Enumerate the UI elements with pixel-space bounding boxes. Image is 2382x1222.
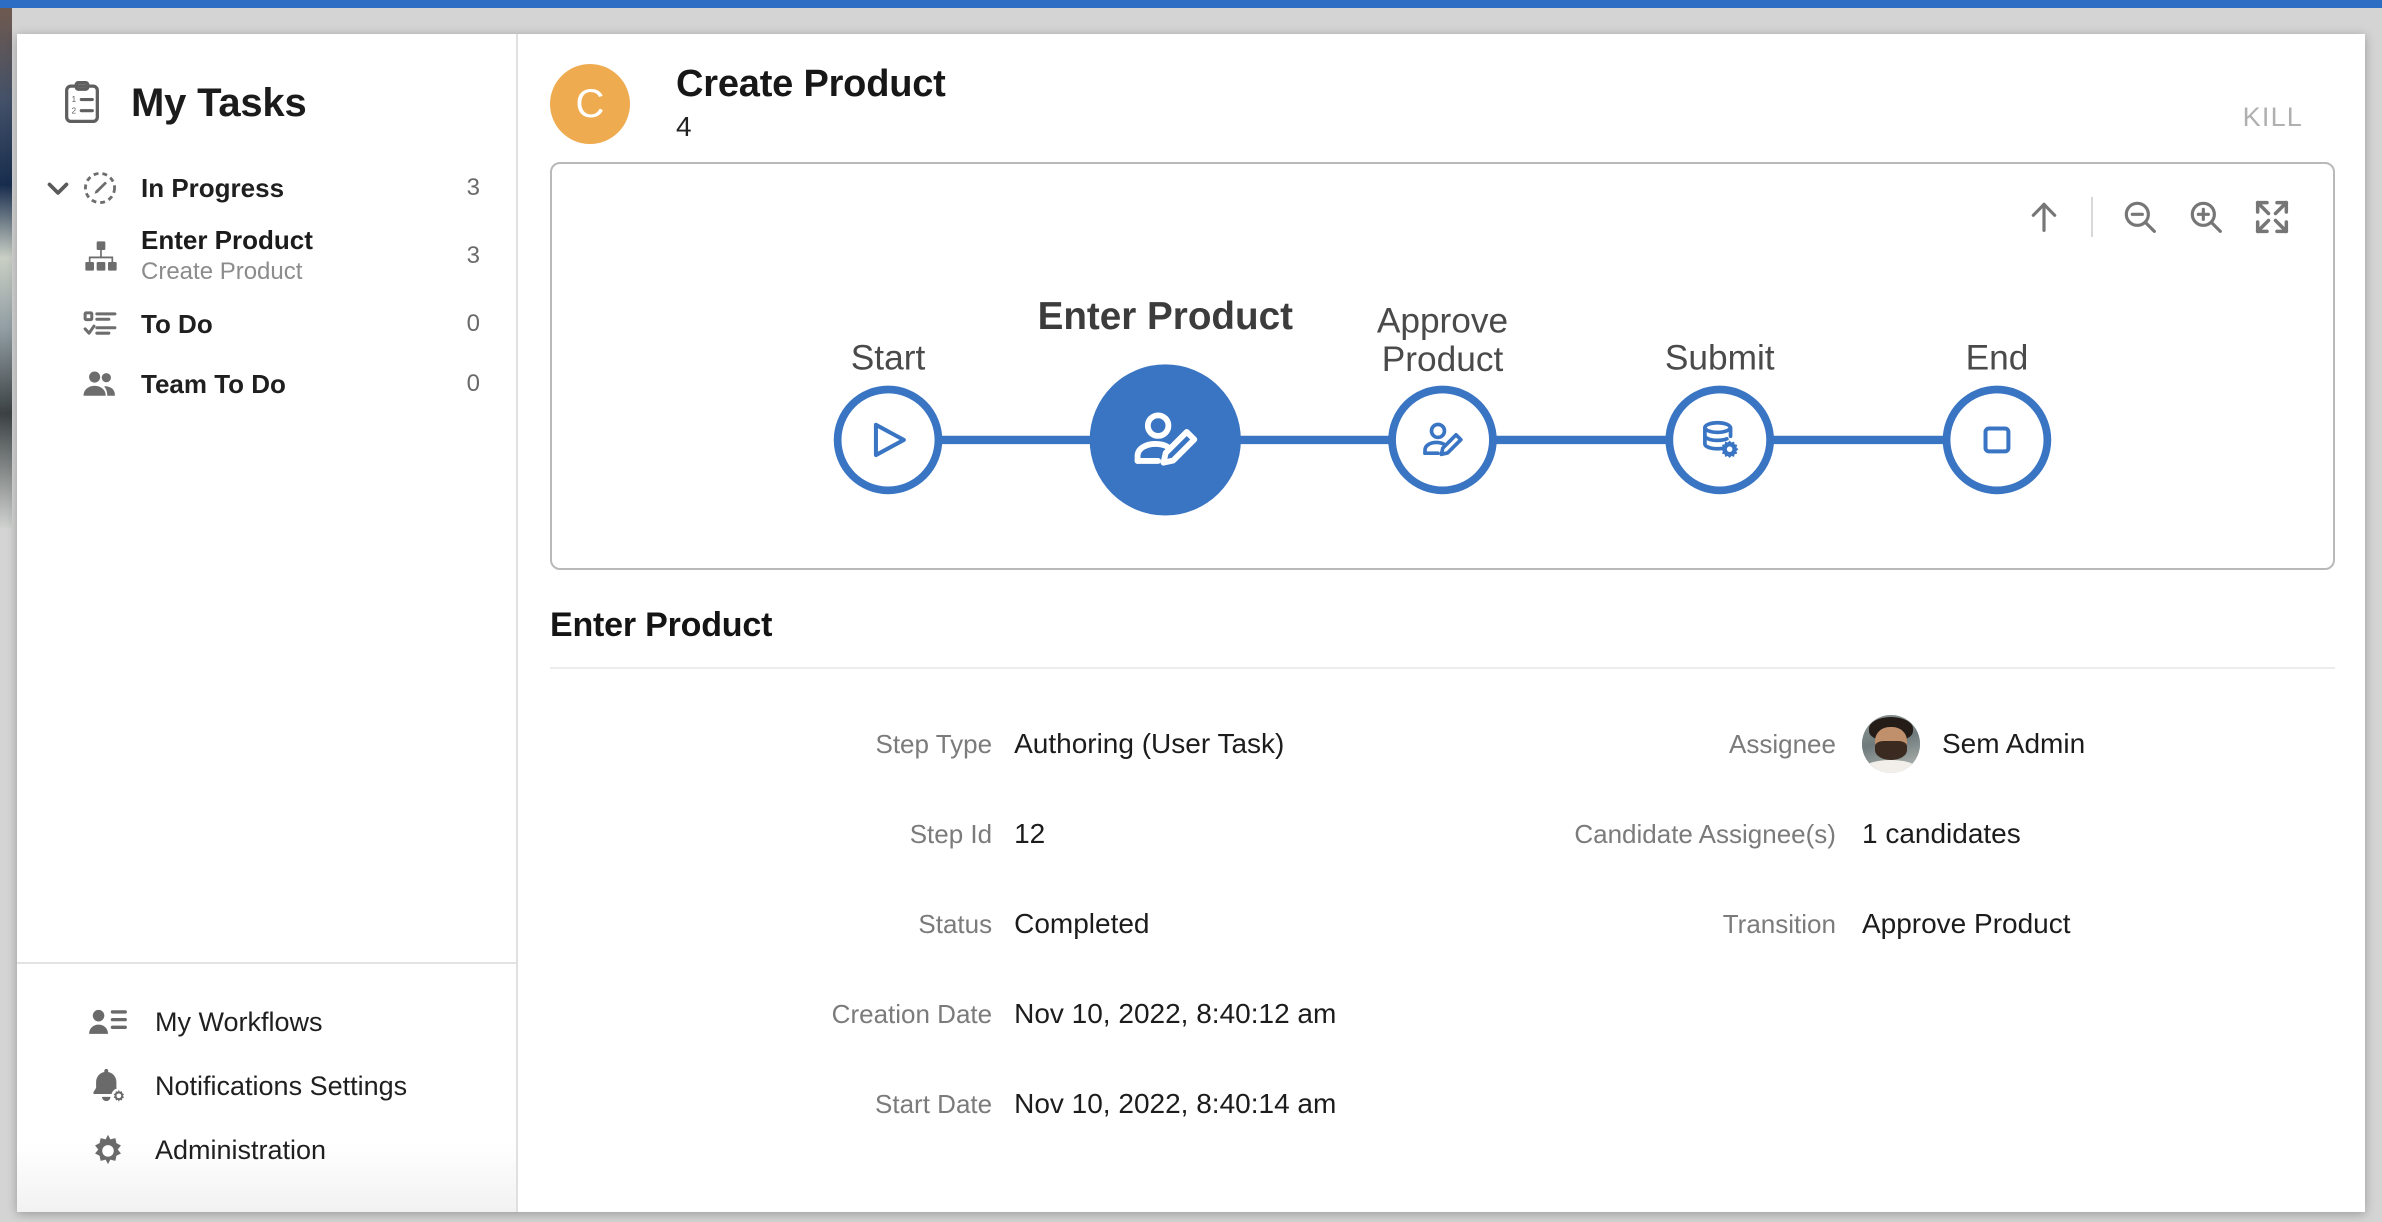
hierarchy-icon [81, 236, 121, 276]
chevron-down-icon[interactable] [41, 171, 75, 205]
sidebar-brand: 1 2 My Tasks [17, 34, 516, 140]
detail-row-candidate-assignees: Candidate Assignee(s) 1 candidates [1443, 805, 2336, 863]
sidebar-item-count: 0 [466, 310, 480, 337]
detail-label: Start Date [875, 1088, 993, 1119]
gear-icon [87, 1129, 129, 1171]
detail-label: Assignee [1729, 728, 1836, 759]
workflow-title: Create Product [676, 63, 946, 105]
sidebar-item-text: Enter Product Create Product [141, 224, 458, 287]
sidebar-item-team-to-do[interactable]: Team To Do 0 [17, 354, 516, 414]
avatar [1861, 715, 1920, 773]
svg-text:2: 2 [72, 106, 77, 115]
detail-value-wrapper: Sem Admin [1861, 715, 2335, 773]
detail-row-start-date: Start Date Nov 10, 2022, 8:40:14 am [550, 1075, 1443, 1133]
step-details: Enter Product Step Type Authoring (User … [550, 606, 2335, 1133]
background-sliver [0, 8, 12, 528]
flow-node-label: Submit [1665, 338, 1775, 377]
detail-label: Step Id [909, 818, 993, 849]
detail-value: Sem Admin [1941, 728, 2086, 759]
sidebar-item-label: Enter Product [141, 224, 313, 255]
detail-row-status: Status Completed [550, 895, 1443, 953]
detail-row-step-id: Step Id 12 [550, 805, 1443, 863]
sidebar-item-notifications-settings[interactable]: Notifications Settings [17, 1054, 516, 1118]
top-accent-bar [0, 0, 2382, 8]
app-screen: 1 2 My Tasks In Progress 3 Enter Product… [0, 0, 2382, 1222]
flow-node-label: End [1966, 338, 2029, 377]
flow-node-approve-product[interactable]: Approve Product [1377, 301, 1508, 495]
sidebar-item-enter-product[interactable]: Enter Product Create Product 3 [17, 218, 516, 294]
detail-row-transition: Transition Approve Product [1443, 895, 2336, 953]
sidebar-item-sublabel: Create Product [141, 257, 303, 285]
flow-node-label-line1: Approve [1377, 301, 1508, 340]
details-left-column: Step Type Authoring (User Task) Step Id … [550, 683, 1443, 1133]
detail-row-step-type: Step Type Authoring (User Task) [550, 715, 1443, 773]
flow-node-circle [1942, 385, 2052, 495]
sidebar-item-in-progress[interactable]: In Progress 3 [17, 158, 516, 218]
flow-node-circle [1388, 385, 1497, 495]
detail-label: Creation Date [831, 998, 993, 1029]
sidebar-nav: In Progress 3 Enter Product Create Produ… [17, 158, 516, 414]
flow-node-start[interactable]: Start [833, 338, 943, 495]
detail-label: Candidate Assignee(s) [1574, 818, 1836, 849]
sidebar-item-label: My Workflows [155, 1006, 323, 1037]
detail-label: Step Type [875, 728, 993, 759]
flow-node-circle [833, 385, 943, 495]
bell-gear-icon [87, 1065, 129, 1107]
user-list-icon [87, 1001, 129, 1043]
header-text: Create Product 4 [676, 58, 946, 143]
sidebar-item-label: In Progress [141, 172, 285, 203]
detail-row-assignee: Assignee Sem Admin [1443, 715, 2336, 773]
svg-text:1: 1 [72, 95, 77, 104]
sidebar-item-to-do[interactable]: To Do 0 [17, 294, 516, 354]
page-title: My Tasks [131, 80, 307, 125]
sidebar-item-count: 3 [466, 174, 480, 201]
detail-value: Approve Product [1861, 908, 2071, 939]
in-progress-icon [81, 169, 119, 207]
flow-node-end[interactable]: End [1942, 338, 2052, 495]
sidebar: 1 2 My Tasks In Progress 3 Enter Product… [17, 34, 518, 1212]
checklist-icon [81, 305, 119, 343]
sidebar-item-count: 0 [466, 370, 480, 397]
details-title: Enter Product [550, 606, 773, 644]
sidebar-footer: My Workflows Notifications Settings Admi… [17, 962, 516, 1212]
app-window: 1 2 My Tasks In Progress 3 Enter Product… [17, 34, 2365, 1212]
detail-value: Completed [1014, 908, 1150, 939]
sidebar-item-my-workflows[interactable]: My Workflows [17, 990, 516, 1054]
detail-label: Transition [1722, 908, 1836, 939]
detail-value: Nov 10, 2022, 8:40:14 am [1014, 1088, 1337, 1119]
flow-node-label-line2: Product [1382, 340, 1504, 379]
detail-value: 12 [1014, 818, 1046, 849]
detail-value: 1 candidates [1861, 818, 2021, 849]
detail-value: Nov 10, 2022, 8:40:12 am [1014, 998, 1337, 1029]
clipboard-list-icon: 1 2 [59, 80, 105, 126]
sidebar-item-count: 3 [466, 242, 480, 269]
main-content: C Create Product 4 KILL Start Enter Prod… [520, 34, 2365, 1212]
kill-button[interactable]: KILL [2243, 102, 2303, 133]
content-header: C Create Product 4 KILL [520, 34, 2365, 162]
workflow-graph: Start Enter Product Approve Product Subm… [833, 295, 2052, 516]
flow-node-submit[interactable]: Submit [1665, 338, 1775, 495]
sidebar-item-label: To Do [141, 308, 213, 339]
workflow-diagram-card: Start Enter Product Approve Product Subm… [550, 162, 2335, 570]
details-right-column: Assignee Sem Admin Candidate Assignee(s)… [1443, 683, 2336, 1133]
flow-node-enter-product[interactable]: Enter Product [1038, 295, 1294, 516]
flow-node-label: Start [851, 338, 926, 377]
detail-label: Status [918, 908, 993, 939]
detail-row-creation-date: Creation Date Nov 10, 2022, 8:40:12 am [550, 985, 1443, 1043]
people-icon [81, 365, 119, 403]
flow-node-circle [1089, 364, 1241, 516]
sidebar-item-label: Team To Do [141, 368, 286, 399]
details-grid: Step Type Authoring (User Task) Step Id … [550, 669, 2335, 1133]
sidebar-item-label: Administration [155, 1134, 327, 1165]
detail-value: Authoring (User Task) [1014, 728, 1285, 759]
sidebar-item-administration[interactable]: Administration [17, 1118, 516, 1182]
workflow-avatar: C [550, 64, 630, 144]
workflow-instance-id: 4 [676, 110, 692, 142]
sidebar-item-label: Notifications Settings [155, 1070, 408, 1101]
flow-node-label: Enter Product [1038, 295, 1294, 338]
